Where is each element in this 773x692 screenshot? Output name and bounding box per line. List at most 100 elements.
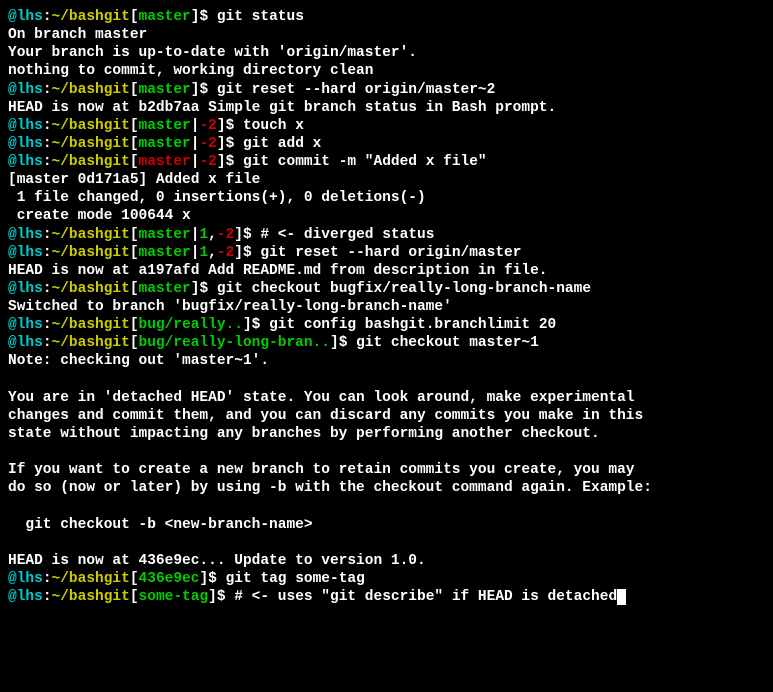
prompt-user: @lhs [8,245,43,261]
prompt-path: ~/bashgit [52,281,130,297]
bracket-open: [ [130,136,139,152]
terminal-line [8,497,765,515]
prompt-user: @lhs [8,335,43,351]
prompt-user: @lhs [8,154,43,170]
prompt-status: 1,-2 [199,245,234,261]
terminal-window[interactable]: @lhs:~/bashgit[master]$ git statusOn bra… [8,8,765,606]
output-text: state without impacting any branches by … [8,426,600,442]
prompt-separator: : [43,227,52,243]
bracket-close: ] [234,245,243,261]
terminal-line: Note: checking out 'master~1'. [8,352,765,370]
prompt-separator: : [43,589,52,605]
terminal-line [8,534,765,552]
terminal-line: 1 file changed, 0 insertions(+), 0 delet… [8,189,765,207]
terminal-line: @lhs:~/bashgit[master|-2]$ git commit -m… [8,153,765,171]
prompt-separator: : [43,154,52,170]
bracket-open: [ [130,281,139,297]
terminal-line: You are in 'detached HEAD' state. You ca… [8,389,765,407]
prompt-symbol: $ [226,154,243,170]
output-text: do so (now or later) by using -b with th… [8,480,652,496]
prompt-symbol: $ [339,335,356,351]
prompt-user: @lhs [8,589,43,605]
prompt-separator: : [43,317,52,333]
bracket-close: ] [217,136,226,152]
command-text[interactable]: git status [217,9,304,25]
prompt-symbol: $ [252,317,269,333]
terminal-line [8,371,765,389]
terminal-line [8,443,765,461]
terminal-line: [master 0d171a5] Added x file [8,171,765,189]
output-text: Switched to branch 'bugfix/really-long-b… [8,299,452,315]
prompt-path: ~/bashgit [52,227,130,243]
output-text: changes and commit them, and you can dis… [8,408,643,424]
output-text: HEAD is now at b2db7aa Simple git branch… [8,100,556,116]
command-text[interactable]: git add x [243,136,321,152]
bracket-open: [ [130,227,139,243]
terminal-line: @lhs:~/bashgit[master]$ git status [8,8,765,26]
prompt-path: ~/bashgit [52,154,130,170]
command-text[interactable]: git tag some-tag [226,571,365,587]
terminal-line: Switched to branch 'bugfix/really-long-b… [8,298,765,316]
prompt-user: @lhs [8,9,43,25]
terminal-line: @lhs:~/bashgit[master]$ git checkout bug… [8,280,765,298]
command-text[interactable]: # <- diverged status [260,227,434,243]
prompt-status: -2 [199,136,216,152]
output-text: HEAD is now at a197afd Add README.md fro… [8,263,548,279]
bracket-close: ] [217,118,226,134]
prompt-branch: master [139,9,191,25]
terminal-line: HEAD is now at a197afd Add README.md fro… [8,262,765,280]
terminal-line: @lhs:~/bashgit[436e9ec]$ git tag some-ta… [8,570,765,588]
command-text[interactable]: git checkout master~1 [356,335,539,351]
bracket-open: [ [130,571,139,587]
prompt-separator: : [43,571,52,587]
output-text: On branch master [8,27,147,43]
command-text[interactable]: git config bashgit.branchlimit 20 [269,317,556,333]
prompt-symbol: $ [208,571,225,587]
prompt-branch: master [139,281,191,297]
output-text: [master 0d171a5] Added x file [8,172,260,188]
prompt-symbol: $ [199,281,216,297]
command-text[interactable]: git checkout bugfix/really-long-branch-n… [217,281,591,297]
prompt-status: -2 [199,154,216,170]
prompt-symbol: $ [226,136,243,152]
bracket-close: ] [243,317,252,333]
prompt-branch: master [139,136,191,152]
prompt-user: @lhs [8,82,43,98]
command-text[interactable]: git reset --hard origin/master [260,245,521,261]
prompt-path: ~/bashgit [52,335,130,351]
prompt-branch: master [139,245,191,261]
output-text: 1 file changed, 0 insertions(+), 0 delet… [8,190,426,206]
command-text[interactable]: git commit -m "Added x file" [243,154,487,170]
prompt-user: @lhs [8,227,43,243]
prompt-status: 1,-2 [199,227,234,243]
bracket-close: ] [234,227,243,243]
terminal-line: create mode 100644 x [8,207,765,225]
prompt-path: ~/bashgit [52,571,130,587]
cursor [617,589,626,605]
command-text[interactable]: # <- uses "git describe" if HEAD is deta… [234,589,617,605]
bracket-open: [ [130,118,139,134]
prompt-branch: master [139,154,191,170]
prompt-symbol: $ [199,82,216,98]
prompt-branch: 436e9ec [139,571,200,587]
terminal-line: @lhs:~/bashgit[bug/really..]$ git config… [8,316,765,334]
prompt-symbol: $ [226,118,243,134]
command-text[interactable]: touch x [243,118,304,134]
terminal-line: If you want to create a new branch to re… [8,461,765,479]
prompt-status: -2 [199,118,216,134]
output-text: create mode 100644 x [8,208,191,224]
terminal-line: changes and commit them, and you can dis… [8,407,765,425]
prompt-symbol: $ [199,9,216,25]
output-text: You are in 'detached HEAD' state. You ca… [8,390,635,406]
terminal-line: HEAD is now at 436e9ec... Update to vers… [8,552,765,570]
terminal-line: do so (now or later) by using -b with th… [8,479,765,497]
prompt-user: @lhs [8,281,43,297]
bracket-close: ] [217,154,226,170]
command-text[interactable]: git reset --hard origin/master~2 [217,82,495,98]
bracket-close: ] [330,335,339,351]
prompt-path: ~/bashgit [52,82,130,98]
prompt-path: ~/bashgit [52,136,130,152]
terminal-line: Your branch is up-to-date with 'origin/m… [8,44,765,62]
prompt-separator: : [43,9,52,25]
prompt-branch: some-tag [139,589,209,605]
